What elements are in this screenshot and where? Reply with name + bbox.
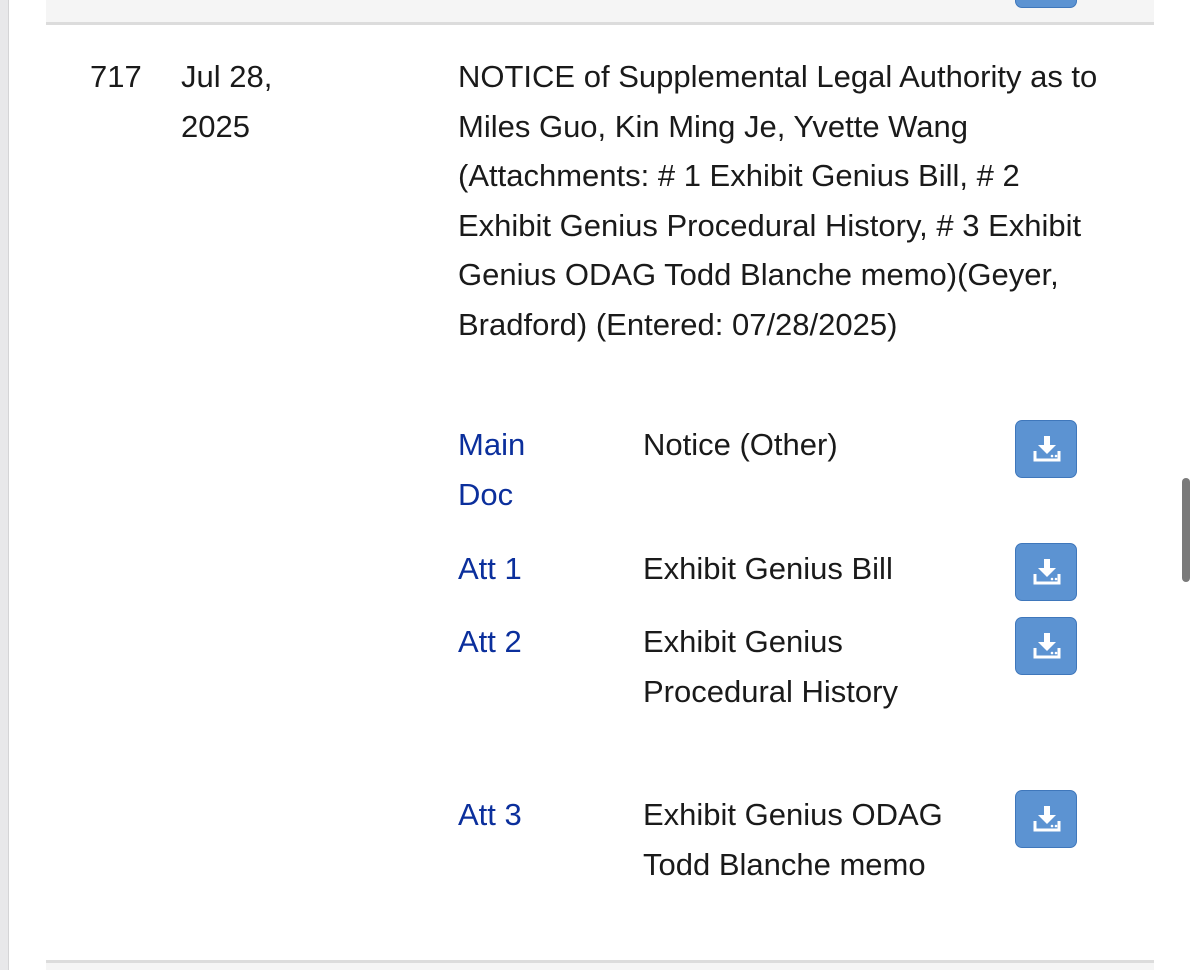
att-2-description: Exhibit Genius Procedural History xyxy=(643,624,898,709)
download-icon xyxy=(1033,436,1061,462)
vertical-scrollbar[interactable] xyxy=(1182,478,1190,582)
entry-date: Jul 28, 2025 xyxy=(181,59,273,144)
main-doc-download-button[interactable] xyxy=(1015,420,1077,478)
att-1-description: Exhibit Genius Bill xyxy=(643,551,893,586)
entry-number: 717 xyxy=(90,59,142,94)
main-doc-link[interactable]: Main Doc xyxy=(458,420,578,519)
att-2-download-button[interactable] xyxy=(1015,617,1077,675)
att-3-link[interactable]: Att 3 xyxy=(458,790,578,840)
att-3-download-button[interactable] xyxy=(1015,790,1077,848)
next-entry-separator xyxy=(46,960,1154,970)
previous-entry-download-button[interactable] xyxy=(1015,0,1077,8)
att-3-description: Exhibit Genius ODAG Todd Blanche memo xyxy=(643,797,943,882)
download-icon xyxy=(1033,633,1061,659)
att-1-link[interactable]: Att 1 xyxy=(458,544,578,594)
download-icon xyxy=(1033,806,1061,832)
entry-description: NOTICE of Supplemental Legal Authority a… xyxy=(458,59,1098,342)
att-2-link[interactable]: Att 2 xyxy=(458,617,578,667)
docket-page: 717 Jul 28, 2025 NOTICE of Supplemental … xyxy=(0,0,1200,970)
download-icon xyxy=(1033,559,1061,585)
main-doc-description: Notice (Other) xyxy=(643,427,838,462)
att-1-download-button[interactable] xyxy=(1015,543,1077,601)
previous-entry-separator xyxy=(46,0,1154,25)
window-edge xyxy=(0,0,9,970)
